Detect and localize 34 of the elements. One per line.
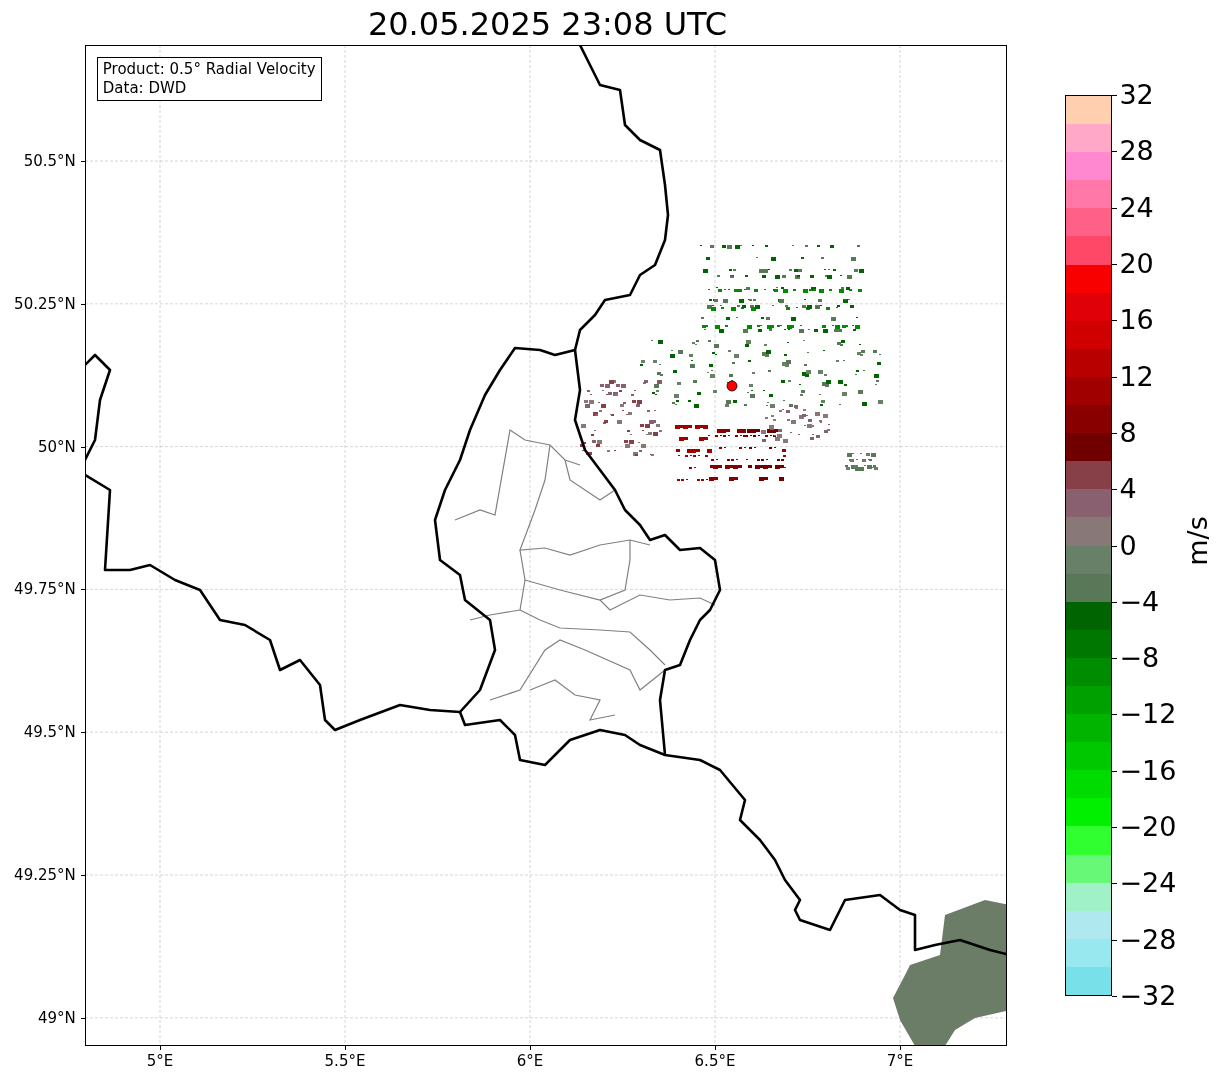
- colorbar-tick-label: −8: [1119, 642, 1160, 675]
- latitude-label: 49.25°N: [14, 866, 76, 884]
- colorbar-tick-label: −4: [1119, 585, 1160, 618]
- latitude-label: 49.5°N: [23, 723, 76, 742]
- colorbar-tick-label: 20: [1119, 247, 1154, 280]
- colorbar-tick-label: 16: [1119, 304, 1154, 337]
- longitude-label: 5.5°E: [323, 1052, 367, 1070]
- latitude-label: 49.75°N: [14, 580, 76, 599]
- chart-title: 20.05.2025 23:08 UTC: [367, 4, 728, 45]
- colorbar-tick-label: 12: [1119, 360, 1154, 393]
- colorbar-tick-label: 24: [1119, 191, 1154, 224]
- info-text: Data: DWD: [102, 79, 188, 98]
- colorbar-tick-label: −32: [1119, 980, 1177, 1012]
- colorbar-tick-label: −28: [1119, 923, 1177, 956]
- longitude-label: 6°E: [515, 1052, 545, 1070]
- longitude-label: 5°E: [145, 1052, 175, 1070]
- radar-site-marker: [726, 380, 738, 392]
- colorbar-tick-label: 28: [1119, 135, 1154, 168]
- info-text: Product: 0.5° Radial Velocity: [102, 60, 316, 79]
- colorbar-tick-label: −20: [1119, 811, 1177, 844]
- latitude-label: 50.5°N: [23, 152, 76, 170]
- longitude-label: 7°E: [885, 1052, 915, 1070]
- colorbar-tick-label: 0: [1119, 529, 1137, 562]
- latitude-label: 49°N: [37, 1008, 76, 1027]
- colorbar-tick-label: 4: [1119, 473, 1137, 506]
- longitude-label: 6.5°E: [693, 1052, 737, 1070]
- colorbar-tick-label: −24: [1119, 867, 1177, 900]
- latitude-label: 50°N: [37, 437, 76, 456]
- colorbar-tick-label: −16: [1119, 754, 1177, 787]
- colorbar-tick-label: 8: [1119, 416, 1137, 449]
- colorbar-label: m/s: [1182, 516, 1215, 566]
- colorbar-tick-label: −12: [1119, 698, 1177, 731]
- latitude-label: 50.25°N: [14, 294, 76, 313]
- colorbar-tick-label: 32: [1119, 79, 1154, 111]
